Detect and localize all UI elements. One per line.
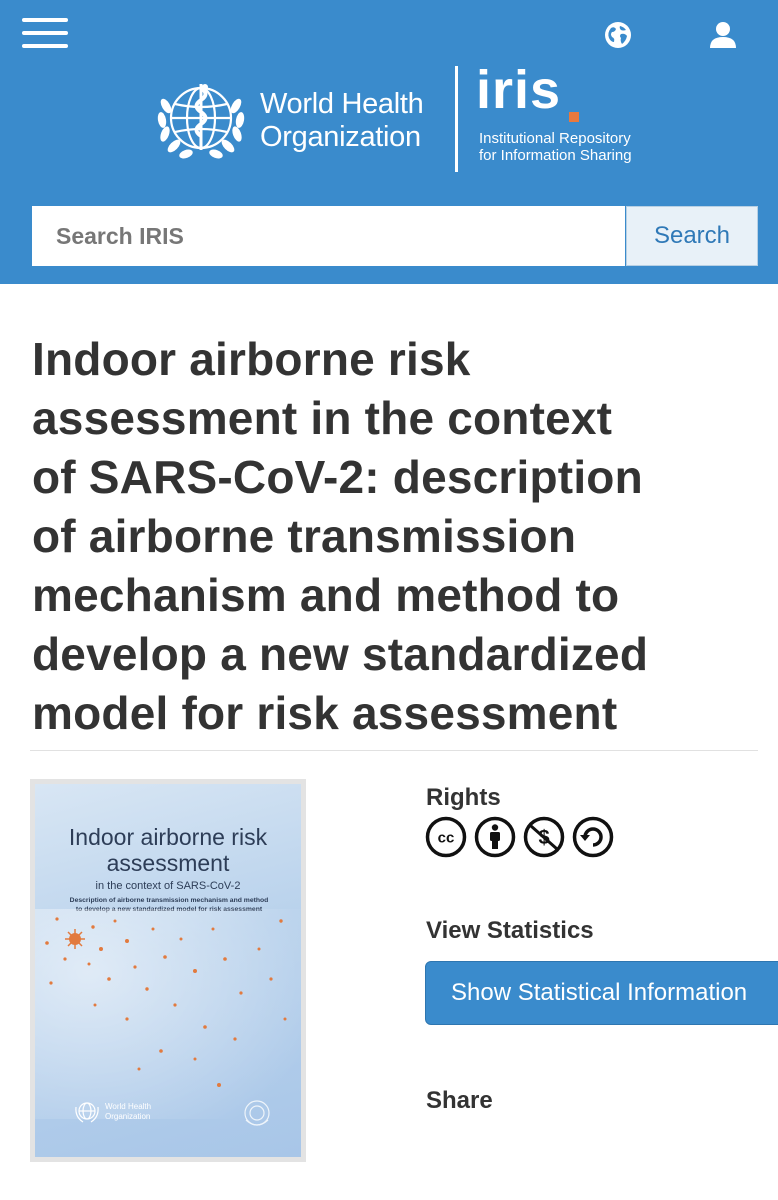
item-title-line: of SARS-CoV-2: description [32,451,643,503]
search-button[interactable]: Search [626,206,758,266]
iris-subtitle-line1: Institutional Repository [479,130,631,147]
cover-who-emblem-logo [75,1102,99,1123]
logo-divider [455,66,458,172]
cover-publisher-line2: Organization [105,1112,151,1121]
cover-title-line1: Indoor airborne risk [68,824,268,850]
cover-subtitle: in the context of SARS-CoV-2 [95,880,241,892]
svg-text:cc: cc [438,830,455,847]
item-title-line: assessment in the context [32,392,613,444]
show-statistics-button[interactable]: Show Statistical Information [425,961,778,1025]
cover-description-line1: Description of airborne transmission mec… [69,897,269,904]
item-title: Indoor airborne risk assessment in the c… [32,330,762,743]
who-emblem-logo [157,84,245,159]
attribution-icon[interactable] [474,816,516,858]
hamburger-menu-icon[interactable] [22,18,68,50]
sharealike-icon[interactable] [572,816,614,858]
iris-subtitle-line2: for Information Sharing [479,147,632,164]
cc-icon[interactable]: cc [425,816,467,858]
item-title-line: mechanism and method to [32,569,620,621]
iris-logo-word[interactable]: iris [476,60,561,120]
cover-partner-emblem [244,1100,270,1126]
globe-icon[interactable] [603,20,633,50]
iris-logo-dot [569,112,579,122]
cover-publisher: World Health Organization [105,1102,151,1122]
document-cover-thumbnail[interactable]: Indoor airborne risk assessment in the c… [30,779,306,1162]
rights-label: Rights [426,784,501,811]
search-input[interactable] [32,206,625,266]
user-icon[interactable] [707,19,739,51]
title-divider [30,750,758,751]
item-title-line: model for risk assessment [32,687,618,739]
cover-title: Indoor airborne risk assessment [35,824,301,876]
noncommercial-icon[interactable]: $ [523,816,565,858]
share-label: Share [426,1087,493,1114]
cover-title-line2: assessment [106,850,230,876]
who-wordmark-line1: World Health [260,88,424,120]
who-wordmark[interactable]: World Health Organization [260,88,424,154]
item-title-line: of airborne transmission [32,510,577,562]
item-title-line: develop a new standardized [32,628,649,680]
item-title-line: Indoor airborne risk [32,333,471,385]
site-header: World Health Organization iris Instituti… [0,0,778,284]
iris-subtitle: Institutional Repository for Information… [479,130,632,164]
cover-virus-illustration [35,909,301,1119]
view-statistics-label: View Statistics [426,917,594,944]
who-wordmark-line2: Organization [260,121,421,153]
cover-publisher-line1: World Health [105,1102,152,1111]
